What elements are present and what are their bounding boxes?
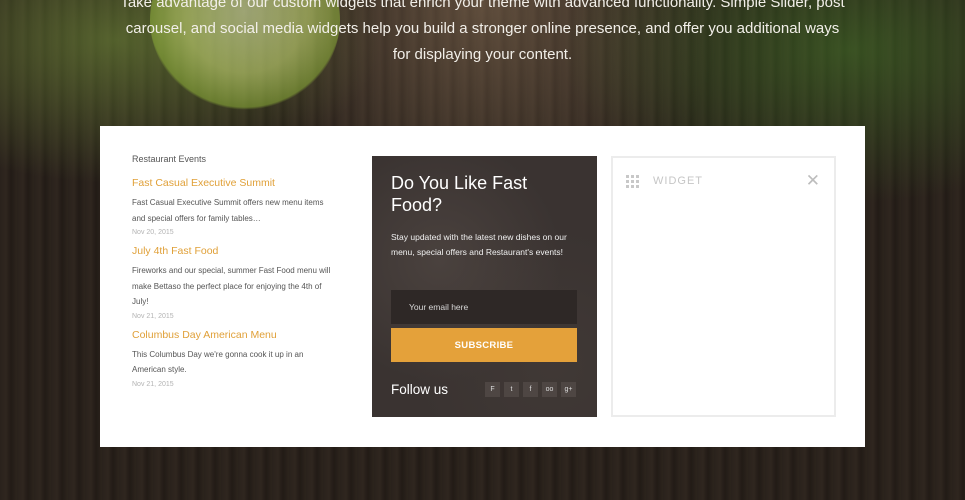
hero-line: carousel, and social media widgets help … [125,20,840,37]
event-item: Columbus Day American Menu This Columbus… [132,329,332,388]
facebook-icon[interactable]: f [523,382,538,397]
google-plus-icon[interactable]: g+ [561,382,576,397]
restaurant-events-widget: Restaurant Events Fast Casual Executive … [132,154,332,397]
event-date: Nov 20, 2015 [132,229,174,236]
subscribe-widget: Do You Like Fast Food? Stay updated with… [372,156,597,417]
event-link[interactable]: July 4th Fast Food [132,245,332,257]
event-description: Fast Casual Executive Summit offers new … [132,198,324,223]
follow-us-label: Follow us [391,382,449,397]
twitter-icon[interactable]: t [504,382,519,397]
subscribe-heading: Do You Like Fast Food? [391,173,528,215]
widget-placeholder: WIDGET ✕ [611,156,836,417]
event-item: Fast Casual Executive Summit Fast Casual… [132,177,332,236]
event-link[interactable]: Fast Casual Executive Summit [132,177,332,189]
event-date: Nov 21, 2015 [132,380,174,388]
event-date: Nov 21, 2015 [132,312,174,320]
widgets-panel: Restaurant Events Fast Casual Executive … [100,126,865,447]
widget-label: WIDGET [653,175,703,187]
subscribe-button[interactable]: SUBSCRIBE [391,328,577,362]
hero-line: for displaying your content. [392,46,573,63]
close-icon[interactable]: ✕ [806,172,820,189]
event-description: This Columbus Day we're gonna cook it up… [132,349,304,375]
event-item: July 4th Fast Food Fireworks and our spe… [132,245,332,320]
event-link[interactable]: Columbus Day American Menu [132,329,332,341]
events-title: Restaurant Events [132,154,207,164]
email-input[interactable] [391,290,577,324]
social-links: F t f oo g+ [485,382,576,397]
tripadvisor-icon[interactable]: oo [542,382,557,397]
foursquare-icon[interactable]: F [485,382,500,397]
hero-line: Take advantage of our custom widgets tha… [120,0,845,11]
grid-icon[interactable] [626,175,639,188]
subscribe-text: Stay updated with the latest new dishes … [391,232,567,257]
hero-description: Take advantage of our custom widgets tha… [0,0,965,68]
event-description: Fireworks and our special, summer Fast F… [132,266,331,306]
